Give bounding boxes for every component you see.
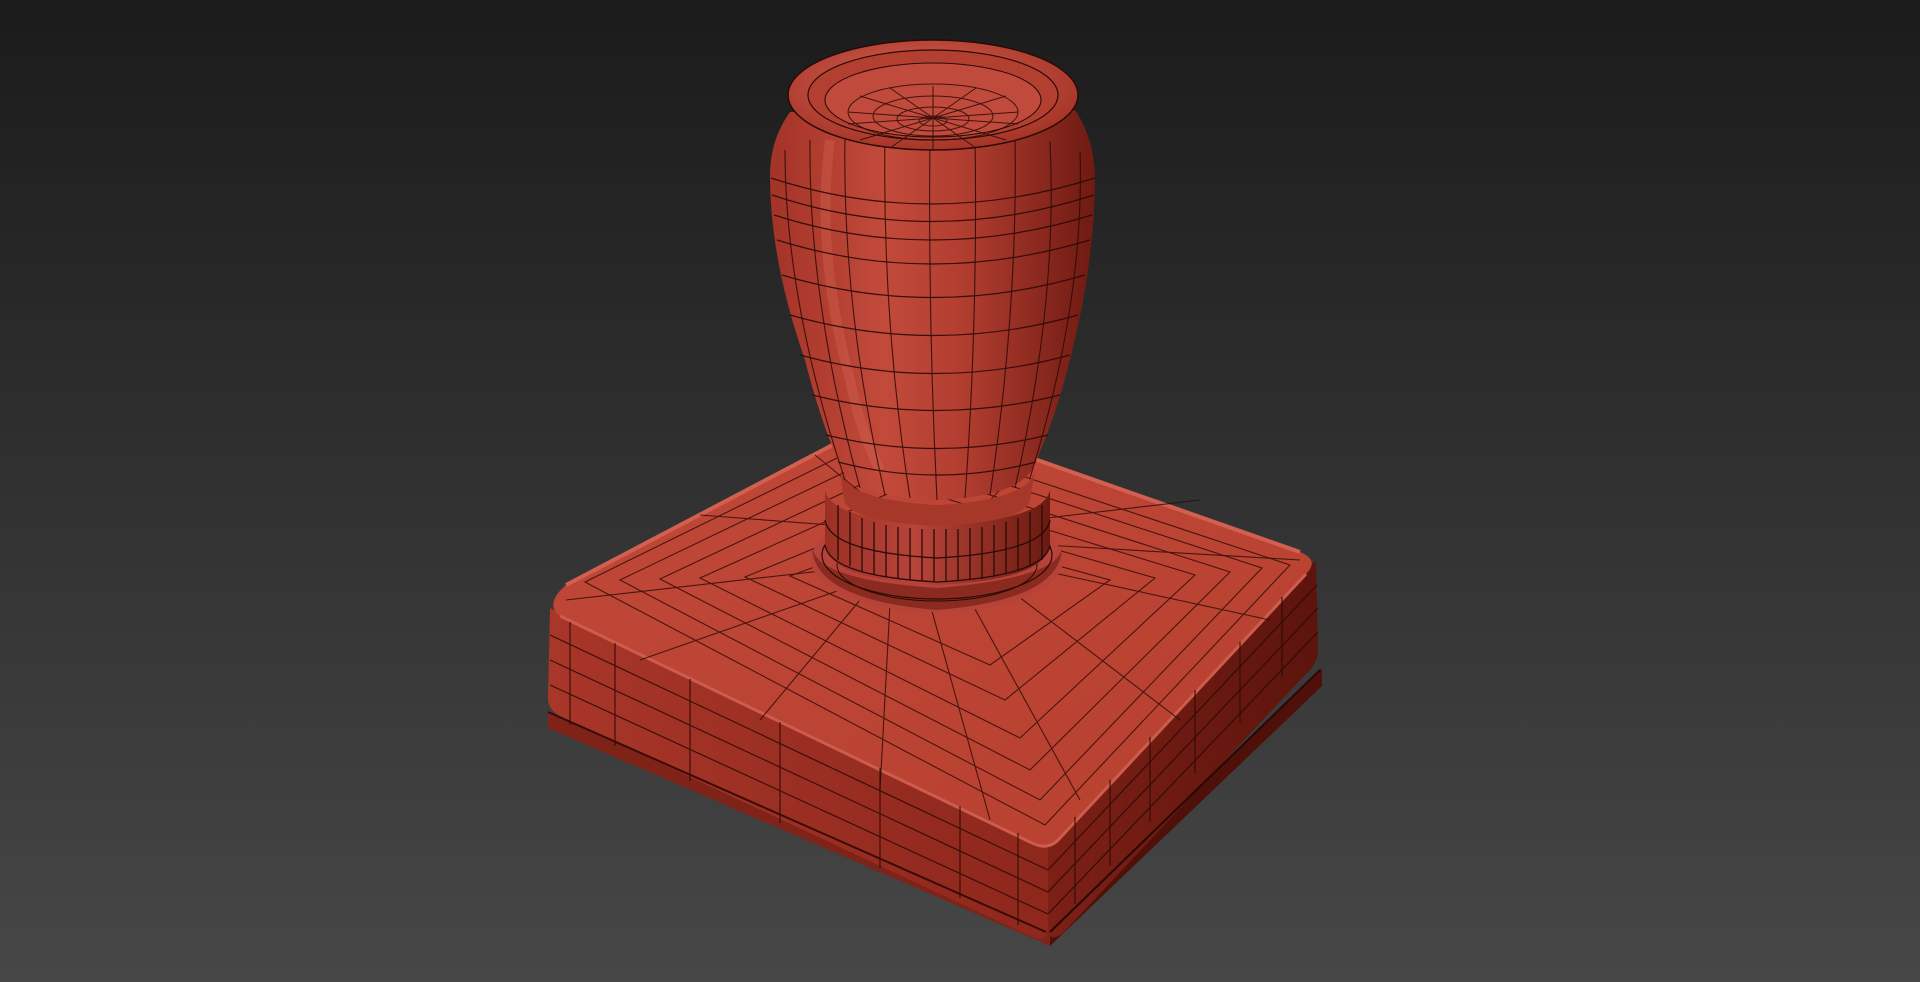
3d-viewport[interactable] — [0, 0, 1920, 982]
viewport-canvas[interactable] — [0, 0, 1920, 982]
